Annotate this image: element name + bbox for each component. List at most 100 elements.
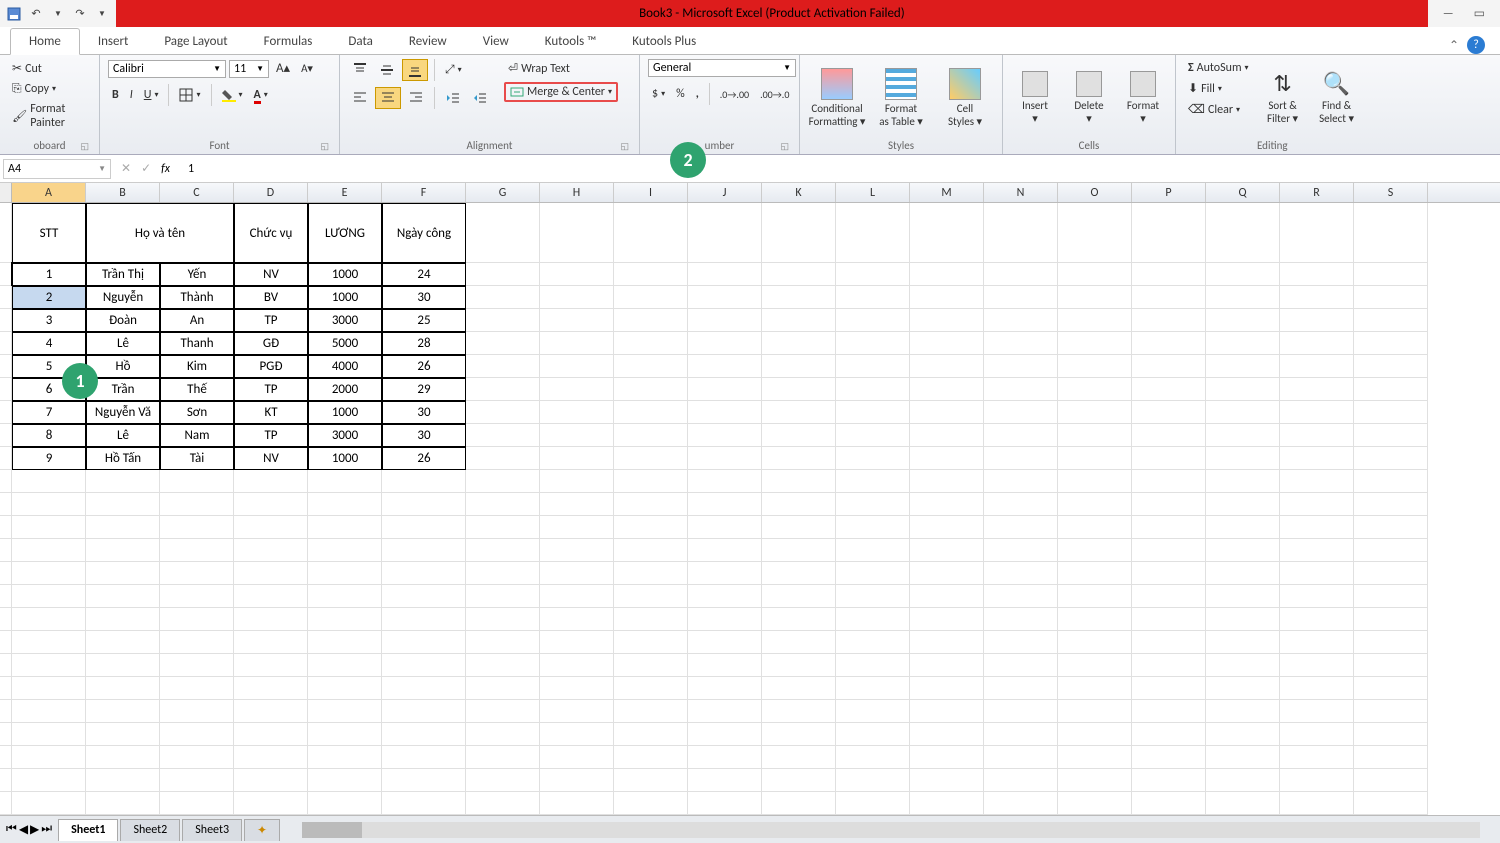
- cell[interactable]: Họ và tên: [86, 203, 234, 263]
- cell[interactable]: [540, 203, 614, 263]
- cell[interactable]: [466, 700, 540, 723]
- cell[interactable]: [1206, 309, 1280, 332]
- cell[interactable]: 7: [12, 401, 86, 424]
- cell[interactable]: [1354, 470, 1428, 493]
- cell[interactable]: [1354, 332, 1428, 355]
- column-header[interactable]: S: [1354, 183, 1428, 202]
- cell[interactable]: [160, 516, 234, 539]
- cell[interactable]: [614, 470, 688, 493]
- cell[interactable]: [540, 516, 614, 539]
- cell[interactable]: Nam: [160, 424, 234, 447]
- cell[interactable]: [466, 286, 540, 309]
- cell[interactable]: [762, 700, 836, 723]
- cell[interactable]: [614, 447, 688, 470]
- cell[interactable]: 3: [12, 309, 86, 332]
- cell[interactable]: [0, 608, 12, 631]
- cell[interactable]: 2: [12, 286, 86, 309]
- cell[interactable]: [12, 677, 86, 700]
- cell[interactable]: [0, 355, 12, 378]
- cell[interactable]: [910, 401, 984, 424]
- align-top-button[interactable]: [348, 60, 372, 80]
- cell[interactable]: [614, 608, 688, 631]
- cell[interactable]: [1058, 562, 1132, 585]
- cell[interactable]: [910, 608, 984, 631]
- cell[interactable]: [308, 700, 382, 723]
- find-select-button[interactable]: 🔍Find &Select ▾: [1313, 59, 1361, 137]
- cell[interactable]: [1058, 608, 1132, 631]
- cell[interactable]: [984, 700, 1058, 723]
- cell[interactable]: [910, 203, 984, 263]
- cell[interactable]: [1206, 792, 1280, 815]
- cell[interactable]: [1280, 562, 1354, 585]
- cell[interactable]: [466, 585, 540, 608]
- tab-formulas[interactable]: Formulas: [246, 29, 331, 54]
- cell[interactable]: [382, 585, 466, 608]
- cell[interactable]: [86, 516, 160, 539]
- cell[interactable]: [86, 677, 160, 700]
- cell[interactable]: [466, 263, 540, 286]
- cell[interactable]: [836, 608, 910, 631]
- cell[interactable]: [1280, 516, 1354, 539]
- column-header[interactable]: D: [234, 183, 308, 202]
- cell[interactable]: [1058, 493, 1132, 516]
- cell[interactable]: [762, 263, 836, 286]
- delete-cells-button[interactable]: Delete▾: [1065, 59, 1113, 137]
- cell[interactable]: [1280, 608, 1354, 631]
- cell[interactable]: [1206, 470, 1280, 493]
- cell[interactable]: LƯƠNG: [308, 203, 382, 263]
- cell[interactable]: [1058, 332, 1132, 355]
- cell[interactable]: [1058, 654, 1132, 677]
- cell[interactable]: [1206, 723, 1280, 746]
- cell[interactable]: [836, 263, 910, 286]
- cell[interactable]: [1132, 792, 1206, 815]
- undo-dropdown-icon[interactable]: ▼: [50, 6, 66, 22]
- cell[interactable]: [762, 792, 836, 815]
- cell[interactable]: [1206, 608, 1280, 631]
- column-header[interactable]: E: [308, 183, 382, 202]
- cell[interactable]: [0, 332, 12, 355]
- cell[interactable]: [1280, 447, 1354, 470]
- cell[interactable]: [466, 769, 540, 792]
- cell[interactable]: [540, 263, 614, 286]
- format-as-table-button[interactable]: Formatas Table ▾: [872, 59, 930, 137]
- cell[interactable]: [762, 608, 836, 631]
- cell[interactable]: [1354, 677, 1428, 700]
- cell[interactable]: [614, 332, 688, 355]
- cell[interactable]: [1280, 424, 1354, 447]
- cell[interactable]: [688, 447, 762, 470]
- tab-page-layout[interactable]: Page Layout: [146, 29, 245, 54]
- cell[interactable]: [12, 769, 86, 792]
- cell[interactable]: BV: [234, 286, 308, 309]
- cell[interactable]: [1058, 700, 1132, 723]
- cell[interactable]: [540, 401, 614, 424]
- cell[interactable]: [910, 286, 984, 309]
- cell[interactable]: [1058, 723, 1132, 746]
- fill-color-button[interactable]: ▾: [218, 86, 247, 104]
- cell[interactable]: [234, 562, 308, 585]
- cell[interactable]: [466, 424, 540, 447]
- cell[interactable]: [466, 631, 540, 654]
- cell[interactable]: [1206, 203, 1280, 263]
- cell[interactable]: [762, 309, 836, 332]
- cell[interactable]: [466, 562, 540, 585]
- cell[interactable]: [1354, 769, 1428, 792]
- cell[interactable]: [1206, 677, 1280, 700]
- cell[interactable]: Tài: [160, 447, 234, 470]
- cell[interactable]: [308, 585, 382, 608]
- minimize-button[interactable]: —: [1443, 7, 1454, 21]
- cell[interactable]: [984, 539, 1058, 562]
- cell[interactable]: [1058, 631, 1132, 654]
- cell[interactable]: [160, 585, 234, 608]
- cell[interactable]: [382, 631, 466, 654]
- cell[interactable]: [1280, 203, 1354, 263]
- cell[interactable]: [614, 746, 688, 769]
- column-header[interactable]: R: [1280, 183, 1354, 202]
- format-cells-button[interactable]: Format▾: [1119, 59, 1167, 137]
- cell[interactable]: [762, 470, 836, 493]
- cell[interactable]: 1000: [308, 447, 382, 470]
- ribbon-minimize-icon[interactable]: ⌃: [1449, 38, 1459, 53]
- cell[interactable]: [1280, 378, 1354, 401]
- cell[interactable]: [1058, 470, 1132, 493]
- cell[interactable]: [836, 700, 910, 723]
- cell[interactable]: [160, 746, 234, 769]
